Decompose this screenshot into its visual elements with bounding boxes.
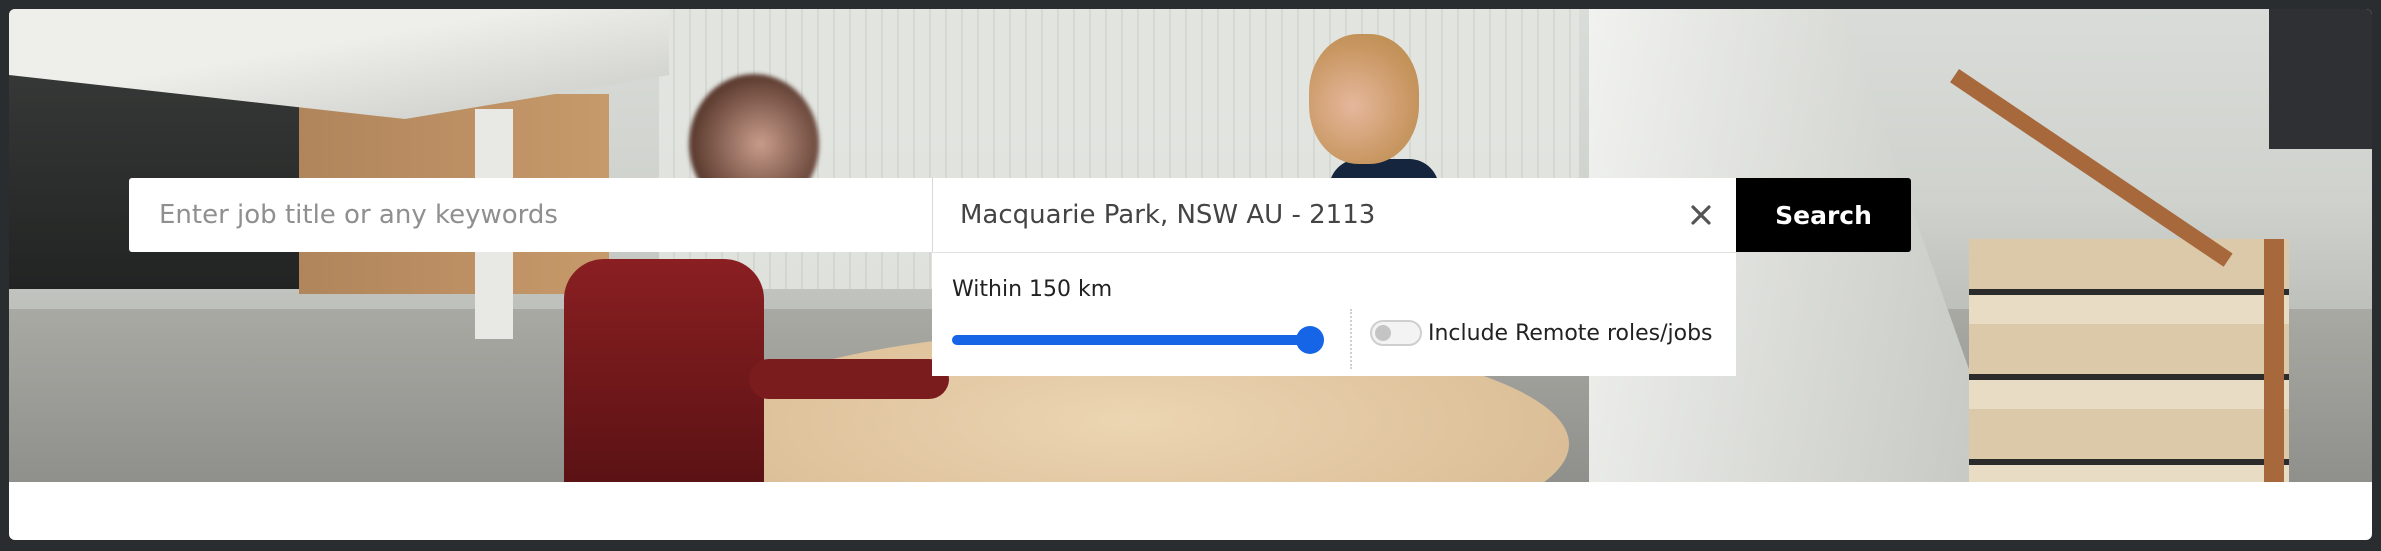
hero-background-handrail	[1950, 69, 2233, 267]
remote-option: Include Remote roles/jobs	[1370, 313, 1713, 353]
remote-toggle-knob	[1375, 325, 1391, 341]
job-search-bar: Search	[129, 178, 1911, 252]
hero-background-handrail-post	[2264, 239, 2284, 482]
location-field	[932, 178, 1736, 252]
radius-slider-fill	[952, 335, 1310, 345]
hero-background-stairs	[1969, 239, 2289, 482]
location-input[interactable]	[933, 178, 1736, 252]
location-options-dropdown: Within 150 km Include Remote roles/jobs	[932, 252, 1736, 376]
radius-label: Within 150 km	[952, 277, 1113, 302]
hero-person-right-head	[1309, 34, 1419, 164]
remote-toggle-label: Include Remote roles/jobs	[1428, 320, 1713, 346]
keyword-search-input[interactable]	[129, 178, 932, 252]
hero-person-left	[564, 259, 764, 482]
hero-person-left-arm	[749, 359, 949, 399]
radius-slider[interactable]	[952, 326, 1324, 354]
remote-toggle[interactable]	[1370, 320, 1422, 346]
options-divider	[1350, 309, 1352, 369]
radius-slider-handle[interactable]	[1296, 326, 1324, 354]
close-icon	[1691, 205, 1711, 225]
hero-background-dark-corner	[2269, 9, 2372, 149]
search-button[interactable]: Search	[1736, 178, 1911, 252]
clear-location-button[interactable]	[1684, 198, 1718, 232]
